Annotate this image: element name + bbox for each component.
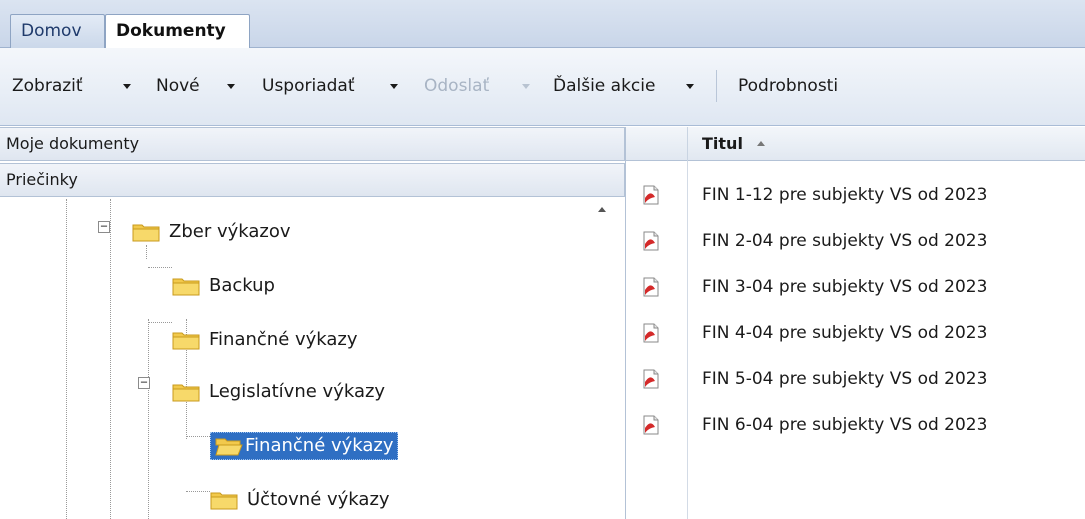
table-row[interactable]: FIN 3-04 pre subjekty VS od 2023 [626, 265, 1085, 309]
chevron-down-icon[interactable] [522, 84, 530, 89]
navigation-pane: Moje dokumenty Priečinky − Zber výkazov [0, 127, 625, 519]
tree-node-label: Backup [209, 275, 275, 296]
icon-column-header[interactable] [626, 127, 688, 161]
moje-dokumenty-section-header[interactable]: Moje dokumenty [0, 127, 625, 161]
tree-node-label: Finančné výkazy [209, 329, 358, 350]
document-title[interactable]: FIN 4-04 pre subjekty VS od 2023 [702, 321, 987, 345]
tree-node-label-selected: Finančné výkazy [210, 432, 398, 460]
sort-ascending-icon [757, 141, 765, 146]
document-title[interactable]: FIN 5-04 pre subjekty VS od 2023 [702, 367, 987, 391]
pdf-document-icon [643, 231, 659, 251]
folder-icon [132, 224, 160, 242]
folder-open-icon [215, 438, 243, 456]
pdf-document-icon [643, 185, 659, 205]
pdf-document-icon [643, 323, 659, 343]
tab-domov[interactable]: Domov [10, 14, 105, 48]
folder-tree: − Zber výkazov Backup Finančné výkazy − … [0, 199, 625, 519]
ribbon-tab-bar: Domov Dokumenty [0, 0, 1085, 49]
titul-column-header[interactable]: Titul [702, 127, 743, 161]
tree-node-label: Zber výkazov [169, 221, 291, 242]
tree-scrollbar[interactable] [592, 199, 612, 519]
document-title[interactable]: FIN 3-04 pre subjekty VS od 2023 [702, 275, 987, 299]
zobrazit-menu-button[interactable]: Zobraziť [12, 75, 83, 97]
table-row[interactable]: FIN 6-04 pre subjekty VS od 2023 [626, 403, 1085, 447]
table-row[interactable]: FIN 1-12 pre subjekty VS od 2023 [626, 173, 1085, 217]
tab-dokumenty[interactable]: Dokumenty [105, 14, 250, 49]
tree-node-label: Legislatívne výkazy [209, 381, 386, 402]
chevron-down-icon[interactable] [227, 84, 235, 89]
priecinky-section-header[interactable]: Priečinky [0, 163, 625, 197]
grid-header: Titul [626, 127, 1085, 161]
folder-icon [172, 278, 200, 296]
tree-node-label: Účtovné výkazy [247, 489, 390, 510]
chevron-down-icon[interactable] [390, 84, 398, 89]
tree-node-zber-vykazov[interactable]: Zber výkazov [132, 215, 294, 249]
pdf-document-icon [643, 415, 659, 435]
tree-node-financne-vykazy[interactable]: Finančné výkazy [172, 323, 361, 357]
tree-node-text: Finančné výkazy [245, 435, 394, 456]
pdf-document-icon [643, 277, 659, 297]
document-list: Titul FIN 1-12 pre subjekty VS od 2023 FI… [626, 127, 1085, 519]
folder-icon [210, 492, 238, 510]
table-row[interactable]: FIN 4-04 pre subjekty VS od 2023 [626, 311, 1085, 355]
table-row[interactable]: FIN 5-04 pre subjekty VS od 2023 [626, 357, 1085, 401]
document-title[interactable]: FIN 2-04 pre subjekty VS od 2023 [702, 229, 987, 253]
toolbar-separator [716, 70, 717, 102]
tree-node-backup[interactable]: Backup [172, 269, 278, 303]
tree-node-uctovne-vykazy[interactable]: Účtovné výkazy [210, 483, 393, 517]
podrobnosti-button[interactable]: Podrobnosti [738, 75, 838, 97]
scroll-up-icon[interactable] [598, 207, 606, 212]
document-title[interactable]: FIN 1-12 pre subjekty VS od 2023 [702, 183, 987, 207]
odoslat-menu-button[interactable]: Odoslať [424, 75, 489, 97]
document-title[interactable]: FIN 6-04 pre subjekty VS od 2023 [702, 413, 987, 437]
pdf-document-icon [643, 369, 659, 389]
folder-icon [172, 384, 200, 402]
nove-menu-button[interactable]: Nové [156, 75, 200, 97]
chevron-down-icon[interactable] [686, 84, 694, 89]
toolbar: Zobraziť Nové Usporiadať Odoslať Ďalšie … [0, 48, 1085, 126]
dalsie-akcie-menu-button[interactable]: Ďalšie akcie [553, 75, 655, 97]
collapse-icon[interactable]: − [138, 376, 150, 389]
folder-icon [172, 332, 200, 350]
chevron-down-icon[interactable] [123, 84, 131, 89]
usporiadat-menu-button[interactable]: Usporiadať [262, 75, 355, 97]
tree-node-financne-vykazy-selected[interactable]: Finančné výkazy [210, 429, 398, 463]
collapse-icon[interactable]: − [98, 220, 110, 233]
table-row[interactable]: FIN 2-04 pre subjekty VS od 2023 [626, 219, 1085, 263]
tree-node-legislativne-vykazy[interactable]: Legislatívne výkazy [172, 375, 388, 409]
